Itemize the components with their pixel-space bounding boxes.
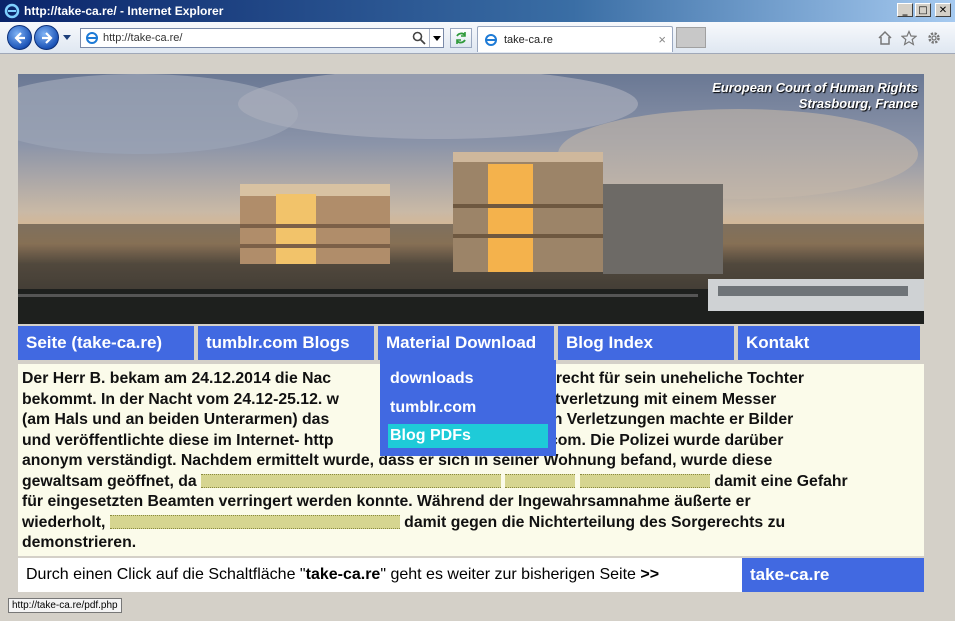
tab-label: take-ca.re — [504, 33, 553, 46]
address-url[interactable]: http://take-ca.re/ — [103, 32, 411, 44]
maximize-button[interactable]: □ — [915, 3, 931, 17]
banner-caption: European Court of Human Rights Strasbour… — [712, 80, 918, 112]
caption-line-1: European Court of Human Rights — [712, 80, 918, 95]
article-line: demonstrieren. — [22, 534, 137, 551]
redacted-block — [109, 515, 400, 530]
window-controls: _ □ ✕ — [897, 3, 951, 17]
dropdown-item-tumblr[interactable]: tumblr.com — [388, 393, 548, 422]
redacted-block — [201, 474, 502, 489]
address-bar[interactable]: http://take-ca.re/ — [80, 28, 444, 48]
history-dropdown-icon[interactable] — [63, 35, 71, 40]
footer-bar: Durch einen Click auf die Schaltfläche "… — [18, 558, 924, 592]
article-line: gewaltsam geöffnet, da damit eine Gefahr — [22, 472, 848, 490]
footer-text: Durch einen Click auf die Schaltfläche "… — [26, 566, 660, 583]
take-care-link-button[interactable]: take-ca.re — [742, 558, 924, 592]
footer-arrows: >> — [640, 566, 660, 583]
tab-close-icon[interactable]: × — [658, 32, 666, 47]
search-icon[interactable] — [411, 30, 427, 46]
page-viewport: European Court of Human Rights Strasbour… — [0, 55, 955, 621]
chevron-down-icon — [432, 35, 441, 41]
window-title-bar: http://take-ca.re/ - Internet Explorer _… — [0, 0, 955, 22]
redacted-block — [505, 474, 576, 489]
article-line: für eingesetzten Beamten verringert werd… — [22, 493, 751, 510]
refresh-button[interactable] — [450, 28, 472, 48]
status-bar-url: http://take-ca.re/pdf.php — [8, 598, 122, 613]
back-arrow-icon — [13, 31, 25, 44]
material-download-dropdown: downloads tumblr.com Blog PDFs — [380, 360, 556, 456]
nav-item-seite[interactable]: Seite (take-ca.re) — [18, 326, 194, 360]
footer-bold-site: take-ca.re — [305, 566, 381, 583]
new-tab-button[interactable] — [676, 27, 706, 48]
browser-tab[interactable]: take-ca.re × — [477, 26, 673, 52]
dropdown-item-downloads[interactable]: downloads — [388, 364, 548, 393]
browser-toolbar: http://take-ca.re/ take-ca.re × — [0, 22, 955, 54]
close-window-button[interactable]: ✕ — [935, 3, 951, 17]
minimize-button[interactable]: _ — [897, 3, 913, 17]
dropdown-item-blog-pdfs[interactable]: Blog PDFs — [388, 424, 548, 448]
nav-item-tumblr-blogs[interactable]: tumblr.com Blogs — [198, 326, 374, 360]
forward-arrow-icon — [41, 31, 53, 44]
address-dropdown-button[interactable] — [429, 29, 443, 47]
favorites-star-icon[interactable] — [900, 30, 918, 46]
window-title: http://take-ca.re/ - Internet Explorer — [24, 4, 224, 18]
main-navigation: Seite (take-ca.re) tumblr.com Blogs Mate… — [18, 326, 924, 360]
site-favicon-icon — [86, 32, 98, 44]
home-icon[interactable] — [877, 30, 893, 46]
internet-explorer-icon — [4, 3, 20, 19]
nav-item-blog-index[interactable]: Blog Index — [558, 326, 734, 360]
tab-favicon-icon — [485, 33, 497, 46]
web-page: European Court of Human Rights Strasbour… — [18, 74, 924, 594]
caption-line-2: Strasbourg, France — [798, 96, 918, 111]
forward-button[interactable] — [34, 25, 59, 50]
nav-item-kontakt[interactable]: Kontakt — [738, 326, 920, 360]
back-button[interactable] — [7, 25, 32, 50]
settings-gear-icon[interactable] — [926, 30, 942, 46]
nav-item-material-download[interactable]: Material Download — [378, 326, 554, 360]
redacted-block — [579, 474, 710, 489]
article-line: wiederholt, damit gegen die Nichterteilu… — [22, 513, 786, 531]
banner-photo: European Court of Human Rights Strasbour… — [18, 74, 924, 324]
refresh-icon — [456, 32, 466, 44]
